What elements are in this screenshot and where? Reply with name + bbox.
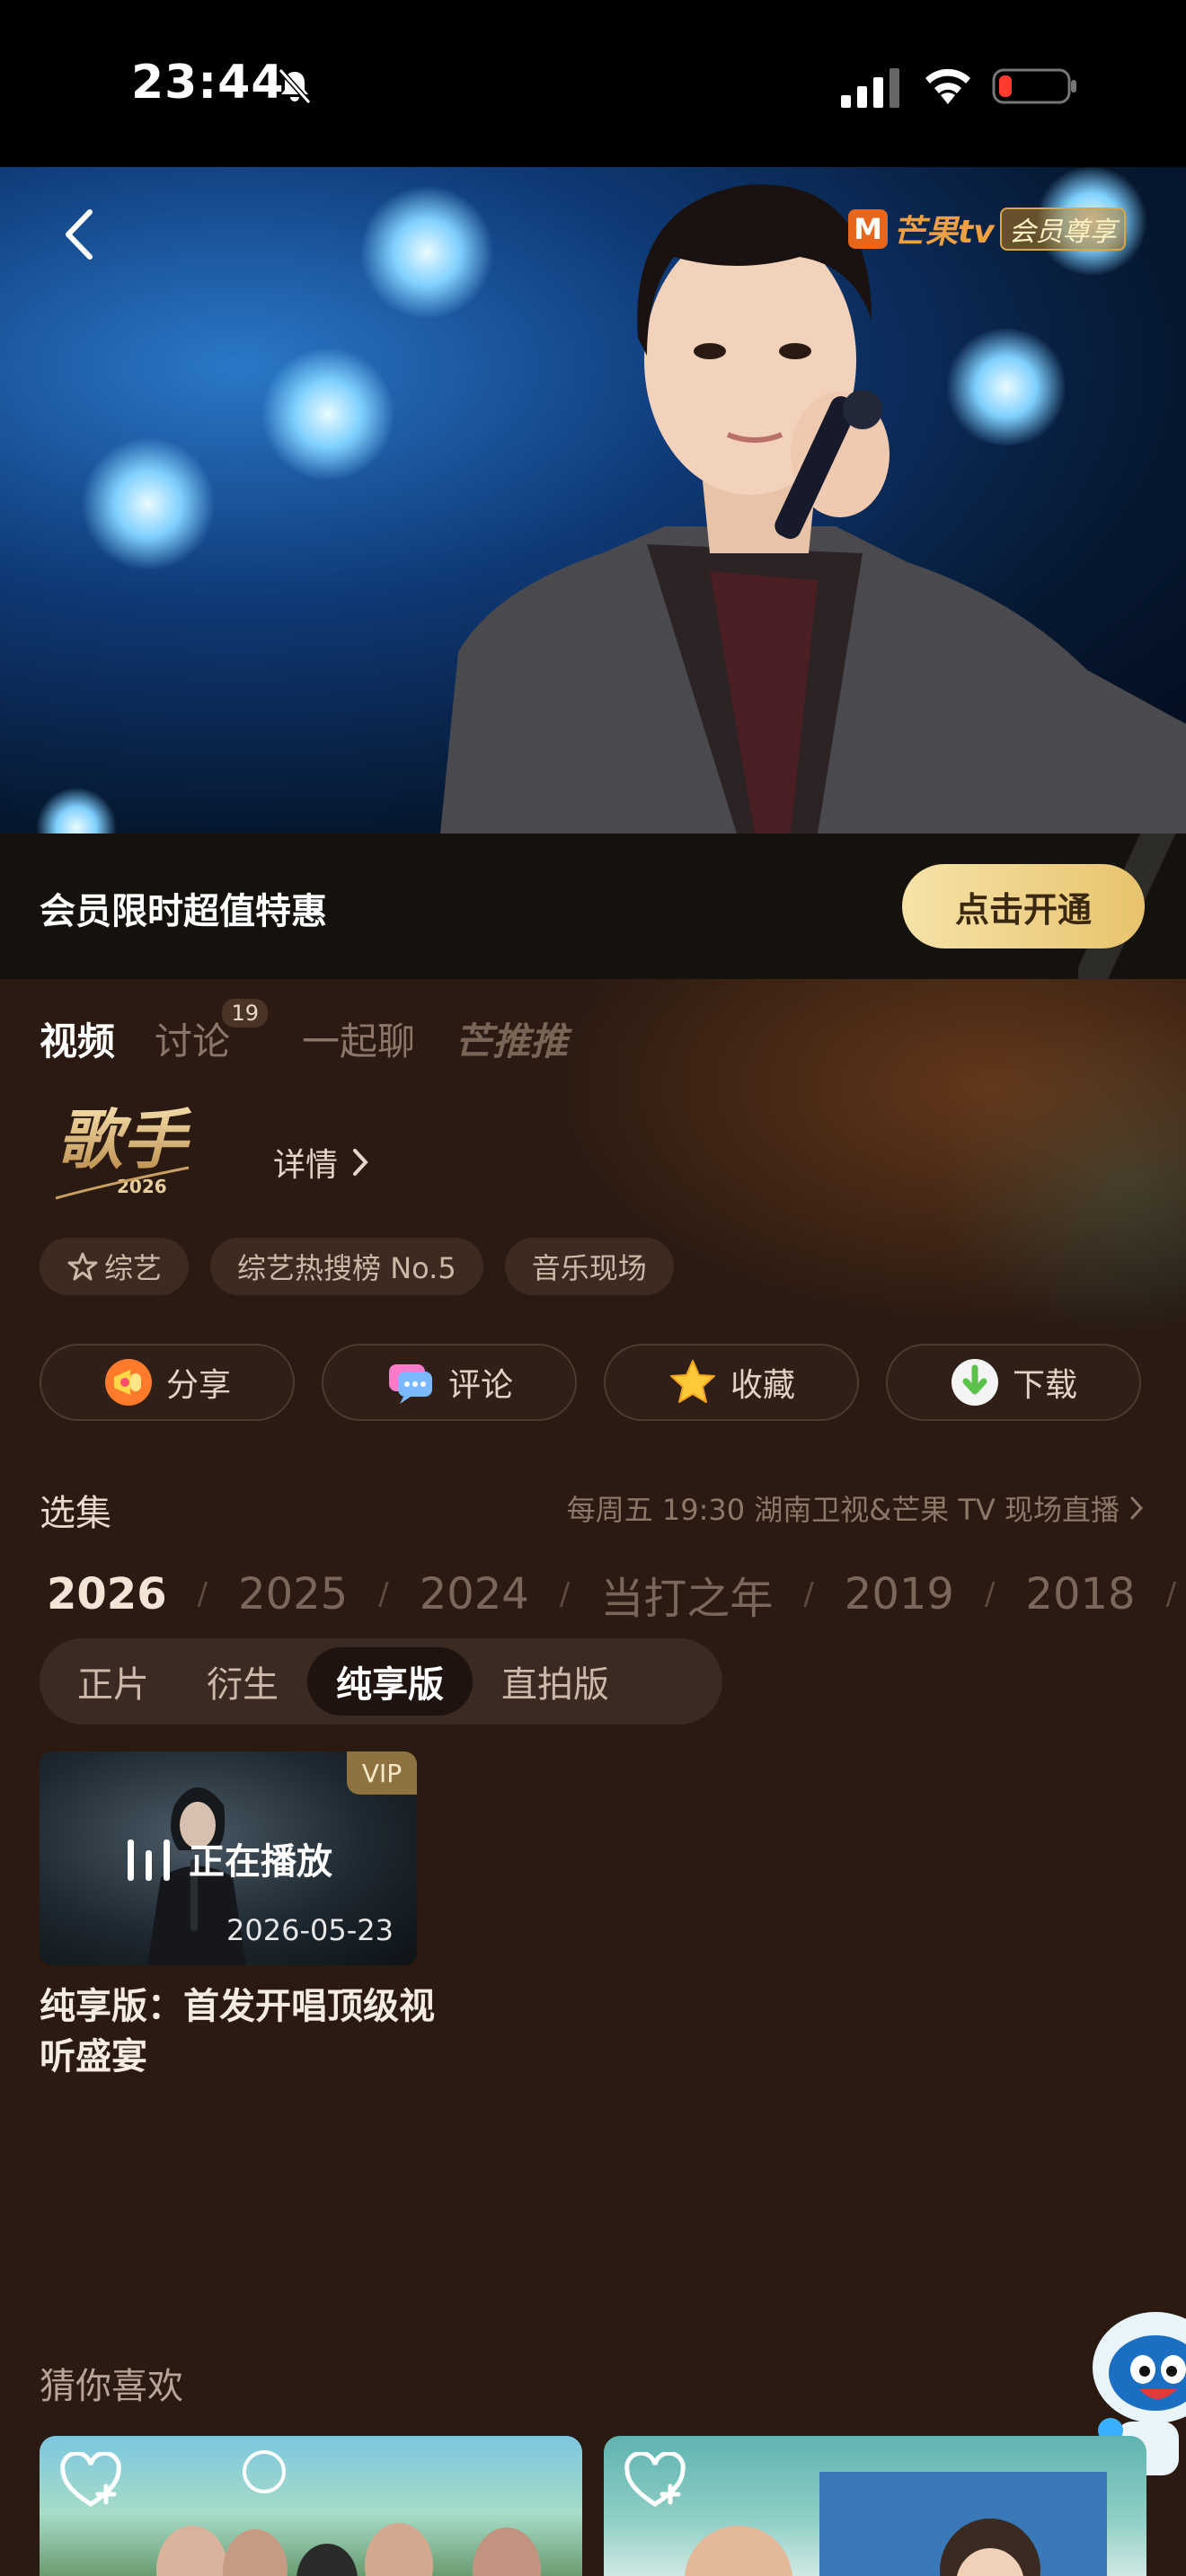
tag-list: 综艺 综艺热搜榜 No.5 音乐现场: [40, 1238, 674, 1295]
recommend-card[interactable]: [40, 2436, 582, 2576]
tab-discussion-label: 讨论: [155, 1019, 231, 1063]
show-detail-link[interactable]: 详情: [273, 1139, 370, 1186]
singer-image: [440, 184, 1186, 834]
comment-bubble-icon: [388, 1364, 432, 1404]
comment-button[interactable]: 评论: [322, 1344, 577, 1421]
main-content: 视频 讨论 19 一起聊 芒推推 歌手 2026 详情 综艺 综艺热搜榜 No.…: [0, 979, 1186, 2576]
download-button[interactable]: 下载: [886, 1344, 1141, 1421]
mango-tv-logo: M 芒果tv 会员尊享: [848, 207, 1126, 251]
chevron-right-icon: [353, 1149, 368, 1176]
comment-label: 评论: [447, 1367, 513, 1404]
mango-logo-icon: M: [848, 209, 888, 249]
episodes-title: 选集: [40, 1493, 111, 1534]
chevron-right-icon: [1130, 1496, 1144, 1520]
season-2019[interactable]: 2019: [845, 1569, 954, 1619]
episode-title[interactable]: 纯享版：首发开唱顶级视听盛宴: [40, 1981, 435, 2082]
recommend-card[interactable]: [604, 2436, 1146, 2576]
battery-low-icon: [992, 68, 1076, 104]
favorite-label: 收藏: [730, 1367, 795, 1404]
status-time: 23:44: [131, 56, 285, 110]
tag-live-music[interactable]: 音乐现场: [504, 1238, 674, 1295]
season-prime-year[interactable]: 当打之年: [600, 1563, 773, 1626]
tab-discussion[interactable]: 讨论 19: [155, 999, 269, 1066]
stage-light: [36, 787, 117, 834]
svg-text:2026: 2026: [117, 1176, 167, 1197]
stage-light: [261, 347, 395, 481]
tag-hot-rank[interactable]: 综艺热搜榜 No.5: [210, 1238, 483, 1295]
megaphone-icon: [104, 1359, 152, 1406]
divider: /: [378, 1576, 389, 1612]
segment-fancam[interactable]: 直拍版: [473, 1647, 638, 1716]
segment-main[interactable]: 正片: [49, 1647, 178, 1716]
detail-label: 详情: [273, 1147, 339, 1184]
season-2018[interactable]: 2018: [1025, 1569, 1135, 1619]
season-2025[interactable]: 2025: [238, 1569, 348, 1619]
recommend-thumbnail: [156, 2450, 541, 2576]
discussion-count-badge: 19: [222, 999, 269, 1028]
season-2026[interactable]: 2026: [47, 1569, 167, 1619]
divider: /: [803, 1576, 814, 1612]
content-tabs: 视频 讨论 19 一起聊 芒推推: [40, 999, 607, 1066]
download-icon: [951, 1359, 998, 1406]
vip-promo-text: 会员限时超值特惠: [40, 891, 327, 932]
now-playing-label: 正在播放: [189, 1841, 332, 1883]
tab-chat[interactable]: 一起聊: [302, 1011, 415, 1066]
divider: /: [197, 1576, 208, 1612]
season-selector: 2026 / 2025 / 2024 / 当打之年 / 2019 / 2018 …: [47, 1563, 1186, 1626]
open-vip-button[interactable]: 点击开通: [902, 864, 1145, 948]
download-label: 下载: [1012, 1367, 1077, 1404]
share-label: 分享: [165, 1367, 231, 1404]
wifi-icon: [925, 68, 970, 104]
cellular-signal-icon: [841, 68, 899, 108]
show-logo: 歌手 2026: [55, 1101, 192, 1200]
broadcast-schedule-text: 每周五 19:30 湖南卫视&芒果 TV 现场直播: [566, 1493, 1120, 1527]
broadcast-schedule[interactable]: 每周五 19:30 湖南卫视&芒果 TV 现场直播: [567, 1487, 1145, 1529]
segment-derived[interactable]: 衍生: [178, 1647, 307, 1716]
brand-name: 芒果tv: [893, 214, 995, 251]
tag-variety-label: 综艺: [104, 1251, 163, 1285]
back-arrow-icon[interactable]: [54, 203, 104, 266]
episode-card[interactable]: VIP 正在播放 2026-05-23: [40, 1751, 417, 1965]
tab-video[interactable]: 视频: [40, 1011, 115, 1066]
variety-star-icon: [67, 1252, 98, 1281]
bell-muted-icon: [278, 68, 312, 104]
episode-date: 2026-05-23: [226, 1913, 394, 1947]
stage-light: [81, 437, 216, 571]
now-playing-indicator: 正在播放: [126, 1832, 332, 1884]
playing-bars-icon: [128, 1839, 170, 1881]
svg-text:歌手: 歌手: [58, 1101, 192, 1178]
vip-promo-banner: 会员限时超值特惠 点击开通: [0, 834, 1186, 979]
divider: /: [1165, 1576, 1177, 1612]
divider: /: [984, 1576, 996, 1612]
season-2024[interactable]: 2024: [420, 1569, 529, 1619]
vip-tag: VIP: [347, 1751, 417, 1795]
share-button[interactable]: 分享: [40, 1344, 295, 1421]
divider: /: [559, 1576, 571, 1612]
tab-mango-recommend[interactable]: 芒推推: [455, 1011, 568, 1066]
vip-badge: 会员尊享: [999, 207, 1126, 251]
video-player[interactable]: M 芒果tv 会员尊享: [0, 167, 1186, 834]
tag-variety[interactable]: 综艺: [40, 1238, 190, 1295]
episode-type-segmented-control: 正片 衍生 纯享版 直拍版: [40, 1638, 722, 1725]
status-bar: 23:44: [0, 0, 1186, 167]
star-icon: [669, 1360, 715, 1403]
recommend-title: 猜你喜欢: [40, 2366, 183, 2407]
favorite-button[interactable]: 收藏: [604, 1344, 859, 1421]
segment-pure[interactable]: 纯享版: [307, 1647, 473, 1716]
action-bar: 分享 评论 收藏 下载: [40, 1344, 1141, 1421]
recommend-thumbnail: [685, 2472, 1107, 2576]
